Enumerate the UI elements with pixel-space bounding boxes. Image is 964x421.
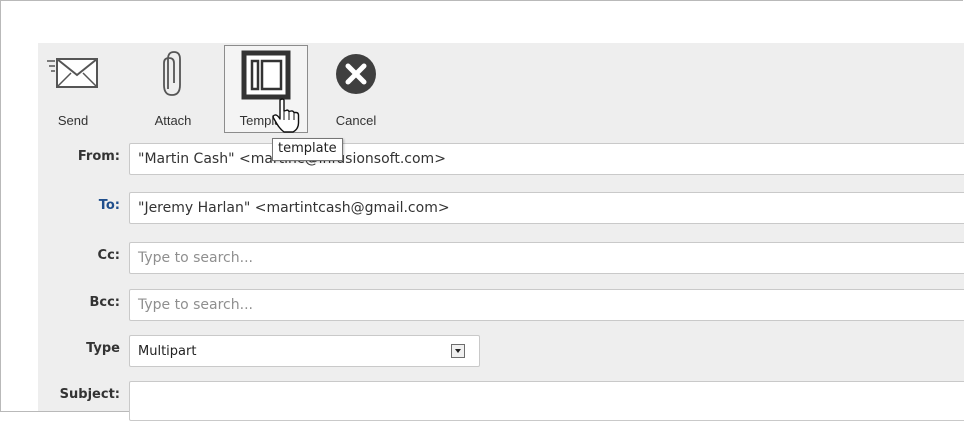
template-tooltip: template bbox=[272, 138, 343, 161]
email-compose-window: Send Attach Template Cancel From: "Marti… bbox=[0, 0, 964, 421]
template-icon bbox=[241, 50, 291, 100]
from-row: From: "Martin Cash" <martinc@infusionsof… bbox=[38, 139, 964, 177]
compose-panel: Send Attach Template Cancel From: "Marti… bbox=[38, 43, 964, 421]
type-row: Type Multipart bbox=[38, 331, 964, 369]
dropdown-arrow-icon[interactable] bbox=[451, 344, 465, 358]
compose-toolbar: Send Attach Template Cancel bbox=[38, 43, 964, 133]
cc-field[interactable]: Type to search... bbox=[129, 242, 964, 274]
to-row: To: "Jeremy Harlan" <martintcash@gmail.c… bbox=[38, 188, 964, 226]
send-button[interactable]: Send bbox=[40, 47, 106, 131]
hand-cursor-icon bbox=[272, 98, 300, 133]
subject-row: Subject: bbox=[38, 377, 964, 421]
type-select-value: Multipart bbox=[138, 344, 197, 359]
attach-button[interactable]: Attach bbox=[143, 47, 203, 131]
bcc-label: Bcc: bbox=[89, 295, 120, 310]
bcc-field[interactable]: Type to search... bbox=[129, 289, 964, 321]
cancel-label: Cancel bbox=[335, 113, 377, 128]
send-label: Send bbox=[57, 113, 89, 128]
to-label[interactable]: To: bbox=[99, 198, 120, 213]
type-label: Type bbox=[86, 341, 120, 356]
bcc-row: Bcc: Type to search... bbox=[38, 285, 964, 323]
cc-row: Cc: Type to search... bbox=[38, 238, 964, 276]
attach-label: Attach bbox=[154, 113, 192, 128]
to-field[interactable]: "Jeremy Harlan" <martintcash@gmail.com> bbox=[129, 192, 964, 224]
cancel-x-icon bbox=[336, 54, 376, 94]
from-label: From: bbox=[77, 149, 120, 164]
send-envelope-icon bbox=[47, 58, 98, 88]
subject-field[interactable] bbox=[129, 381, 964, 421]
cc-label: Cc: bbox=[97, 248, 120, 263]
from-field[interactable]: "Martin Cash" <martinc@infusionsoft.com> bbox=[129, 143, 964, 175]
subject-label: Subject: bbox=[59, 387, 120, 402]
paperclip-icon bbox=[163, 51, 181, 96]
type-select[interactable]: Multipart bbox=[129, 335, 480, 367]
cancel-button[interactable]: Cancel bbox=[323, 47, 389, 131]
